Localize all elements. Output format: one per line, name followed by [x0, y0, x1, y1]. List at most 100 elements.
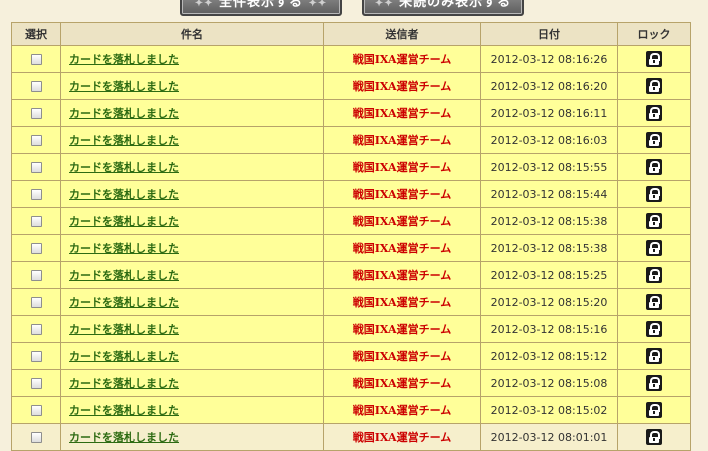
lock-icon[interactable] — [646, 132, 662, 148]
date-cell: 2012-03-12 08:15:25 — [480, 261, 618, 289]
subject-link[interactable]: カードを落札しました — [69, 377, 179, 390]
ornament-icon: ✦✦ — [194, 0, 214, 9]
select-checkbox[interactable] — [30, 297, 42, 308]
lock-icon[interactable] — [646, 267, 662, 283]
show-all-button[interactable]: ✦✦ 全件表示する ✦✦ — [180, 0, 342, 16]
subject-link[interactable]: カードを落札しました — [69, 53, 179, 66]
subject-link[interactable]: カードを落札しました — [69, 323, 179, 336]
date-cell: 2012-03-12 08:15:55 — [480, 153, 618, 181]
table-row: カードを落札しました 戦国IXA運営チーム 2012-03-12 08:15:25 — [11, 261, 691, 289]
select-checkbox[interactable] — [30, 243, 42, 254]
table-row: カードを落札しました 戦国IXA運営チーム 2012-03-12 08:01:01 — [11, 423, 691, 451]
subject-link[interactable]: カードを落札しました — [69, 269, 179, 282]
subject-link[interactable]: カードを落札しました — [69, 161, 179, 174]
lock-cell — [617, 261, 691, 289]
select-checkbox[interactable] — [30, 135, 42, 146]
select-cell — [11, 288, 61, 316]
lock-icon[interactable] — [646, 51, 662, 67]
subject-link[interactable]: カードを落札しました — [69, 188, 179, 201]
select-cell — [11, 261, 61, 289]
select-checkbox[interactable] — [30, 81, 42, 92]
lock-icon[interactable] — [646, 78, 662, 94]
lock-cell — [617, 72, 691, 100]
table-row: カードを落札しました 戦国IXA運営チーム 2012-03-12 08:16:26 — [11, 45, 691, 73]
header-date[interactable]: 日付 — [480, 22, 618, 46]
select-checkbox[interactable] — [30, 405, 42, 416]
sender-cell: 戦国IXA運営チーム — [323, 315, 481, 343]
top-toolbar: ✦✦ 全件表示する ✦✦ ✦✦ 未読のみ表示する ✦✦ — [0, 0, 708, 16]
table-header-row: 選択 件名 送信者 日付 ロック — [11, 22, 691, 46]
subject-cell: カードを落札しました — [60, 234, 324, 262]
table-row: カードを落札しました 戦国IXA運営チーム 2012-03-12 08:15:44 — [11, 180, 691, 208]
select-checkbox[interactable] — [30, 270, 42, 281]
lock-icon[interactable] — [646, 429, 662, 445]
lock-cell — [617, 396, 691, 424]
select-checkbox[interactable] — [30, 108, 42, 119]
sender-cell: 戦国IXA運営チーム — [323, 45, 481, 73]
lock-icon[interactable] — [646, 375, 662, 391]
lock-icon[interactable] — [646, 348, 662, 364]
subject-link[interactable]: カードを落札しました — [69, 134, 179, 147]
select-cell — [11, 99, 61, 127]
subject-link[interactable]: カードを落札しました — [69, 242, 179, 255]
select-checkbox[interactable] — [30, 54, 42, 65]
sender-cell: 戦国IXA運営チーム — [323, 207, 481, 235]
select-checkbox[interactable] — [30, 162, 42, 173]
lock-icon[interactable] — [646, 294, 662, 310]
subject-cell: カードを落札しました — [60, 207, 324, 235]
table-row: カードを落札しました 戦国IXA運営チーム 2012-03-12 08:15:38 — [11, 207, 691, 235]
subject-link[interactable]: カードを落札しました — [69, 107, 179, 120]
subject-cell: カードを落札しました — [60, 180, 324, 208]
mail-table: 選択 件名 送信者 日付 ロック カードを落札しました 戦国IXA運営チーム 201… — [11, 22, 691, 451]
select-checkbox[interactable] — [30, 378, 42, 389]
subject-link[interactable]: カードを落札しました — [69, 80, 179, 93]
select-checkbox[interactable] — [30, 216, 42, 227]
subject-link[interactable]: カードを落札しました — [69, 350, 179, 363]
subject-cell: カードを落札しました — [60, 99, 324, 127]
subject-cell: カードを落札しました — [60, 72, 324, 100]
select-checkbox[interactable] — [30, 351, 42, 362]
date-cell: 2012-03-12 08:15:38 — [480, 207, 618, 235]
lock-icon[interactable] — [646, 240, 662, 256]
select-checkbox[interactable] — [30, 189, 42, 200]
table-row: カードを落札しました 戦国IXA運営チーム 2012-03-12 08:15:20 — [11, 288, 691, 316]
table-row: カードを落札しました 戦国IXA運営チーム 2012-03-12 08:15:38 — [11, 234, 691, 262]
lock-cell — [617, 126, 691, 154]
subject-cell: カードを落札しました — [60, 126, 324, 154]
lock-cell — [617, 315, 691, 343]
show-unread-label: 未読のみ表示する — [399, 0, 512, 10]
lock-cell — [617, 153, 691, 181]
mail-list: カードを落札しました 戦国IXA運営チーム 2012-03-12 08:16:26 カ… — [11, 45, 691, 451]
lock-icon[interactable] — [646, 402, 662, 418]
subject-link[interactable]: カードを落札しました — [69, 404, 179, 417]
select-cell — [11, 234, 61, 262]
lock-cell — [617, 369, 691, 397]
sender-cell: 戦国IXA運営チーム — [323, 126, 481, 154]
lock-icon[interactable] — [646, 321, 662, 337]
subject-link[interactable]: カードを落札しました — [69, 431, 179, 444]
select-cell — [11, 153, 61, 181]
select-checkbox[interactable] — [30, 324, 42, 335]
date-cell: 2012-03-12 08:15:12 — [480, 342, 618, 370]
header-sender[interactable]: 送信者 — [323, 22, 481, 46]
subject-cell: カードを落札しました — [60, 342, 324, 370]
date-cell: 2012-03-12 08:15:44 — [480, 180, 618, 208]
select-cell — [11, 207, 61, 235]
lock-cell — [617, 342, 691, 370]
table-row: カードを落札しました 戦国IXA運営チーム 2012-03-12 08:15:08 — [11, 369, 691, 397]
subject-link[interactable]: カードを落札しました — [69, 296, 179, 309]
lock-icon[interactable] — [646, 105, 662, 121]
select-cell — [11, 72, 61, 100]
subject-cell: カードを落札しました — [60, 315, 324, 343]
select-cell — [11, 45, 61, 73]
show-unread-button[interactable]: ✦✦ 未読のみ表示する ✦✦ — [362, 0, 524, 16]
lock-icon[interactable] — [646, 186, 662, 202]
lock-icon[interactable] — [646, 213, 662, 229]
subject-link[interactable]: カードを落札しました — [69, 215, 179, 228]
header-subject[interactable]: 件名 — [60, 22, 324, 46]
select-checkbox[interactable] — [30, 432, 42, 443]
lock-icon[interactable] — [646, 159, 662, 175]
lock-cell — [617, 99, 691, 127]
date-cell: 2012-03-12 08:01:01 — [480, 423, 618, 451]
select-cell — [11, 423, 61, 451]
